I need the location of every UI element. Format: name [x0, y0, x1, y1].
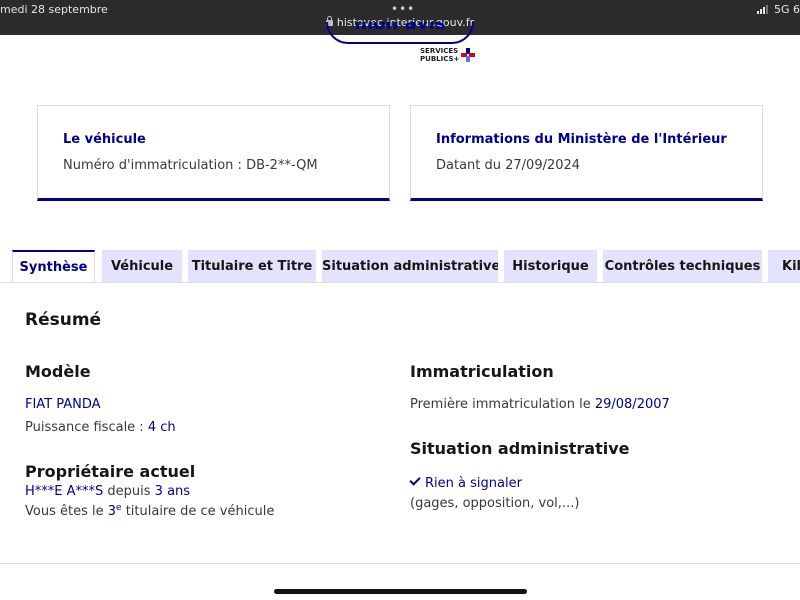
- sp-line2: PUBLICS+: [420, 55, 460, 63]
- fiscal-power: Puissance fiscale : 4 ch: [25, 420, 176, 435]
- signal-icon: [756, 5, 768, 14]
- owner-heading: Propriétaire actuel: [25, 462, 196, 481]
- tab-vehicule[interactable]: Véhicule: [102, 250, 182, 283]
- owner-rank-number: 3e: [107, 503, 122, 519]
- data-date: Datant du 27/09/2024: [436, 158, 581, 173]
- services-publics-logo: SERVICES PUBLICS+: [420, 47, 459, 63]
- tab-kilometrage[interactable]: Kilo: [768, 250, 800, 283]
- admin-status-text: Rien à signaler: [425, 476, 522, 491]
- owner-rank-prefix: Vous êtes le: [25, 504, 108, 519]
- owner-since-label: depuis: [103, 484, 155, 499]
- ministry-card-title: Informations du Ministère de l'Intérieur: [436, 132, 727, 147]
- owner-rank: Vous êtes le 3e titulaire de ce véhicule: [25, 503, 274, 519]
- tab-titulaire-titre[interactable]: Titulaire et Titre: [188, 250, 316, 283]
- first-registration-label: Première immatriculation le: [410, 397, 595, 412]
- vehicle-card: Le véhicule Numéro d'immatriculation : D…: [37, 105, 390, 201]
- network-label: 5G 6: [773, 3, 800, 16]
- tab-synthese[interactable]: Synthèse: [12, 250, 95, 284]
- owner-rank-suffix: titulaire de ce véhicule: [121, 504, 275, 519]
- vehicle-card-title: Le véhicule: [63, 132, 146, 147]
- owner-name: H***E A***S: [25, 484, 104, 499]
- owner-since-value: 3 ans: [154, 484, 191, 499]
- model-heading: Modèle: [25, 362, 91, 381]
- model-name: FIAT PANDA: [25, 397, 101, 412]
- registration-heading: Immatriculation: [410, 362, 554, 381]
- owner-line: H***E A***S depuis 3 ans: [25, 484, 190, 499]
- mon-avis-logo-text: mon avis: [354, 22, 446, 34]
- tab-historique[interactable]: Historique: [504, 250, 597, 283]
- admin-status: Rien à signaler: [409, 474, 522, 491]
- services-publics-mark-icon: [461, 48, 475, 62]
- more-dots-icon[interactable]: •••: [391, 2, 415, 16]
- check-icon: [409, 474, 421, 486]
- first-registration: Première immatriculation le 29/08/2007: [410, 397, 670, 412]
- first-registration-date: 29/08/2007: [594, 397, 670, 412]
- status-date: medi 28 septembre: [0, 3, 108, 16]
- tab-controles-techniques[interactable]: Contrôles techniques: [603, 250, 762, 283]
- ministry-card: Informations du Ministère de l'Intérieur…: [410, 105, 763, 201]
- fiscal-power-label: Puissance fiscale :: [25, 420, 148, 435]
- admin-detail: (gages, opposition, vol,...): [410, 496, 580, 511]
- admin-heading: Situation administrative: [410, 439, 630, 458]
- mon-avis-logo[interactable]: mon avis: [326, 22, 474, 44]
- fiscal-power-value: 4 ch: [147, 420, 176, 435]
- home-indicator[interactable]: [274, 589, 527, 594]
- registration-number: Numéro d'immatriculation : DB-2**-QM: [63, 158, 318, 173]
- tab-list: Synthèse Véhicule Titulaire et Titre Sit…: [12, 250, 800, 284]
- summary-title: Résumé: [25, 310, 102, 330]
- synthese-panel: Résumé Modèle FIAT PANDA Puissance fisca…: [0, 282, 800, 564]
- status-indicators: 5G 6: [756, 3, 800, 16]
- sp-line1: SERVICES: [420, 47, 459, 55]
- tab-situation-administrative[interactable]: Situation administrative: [322, 250, 498, 283]
